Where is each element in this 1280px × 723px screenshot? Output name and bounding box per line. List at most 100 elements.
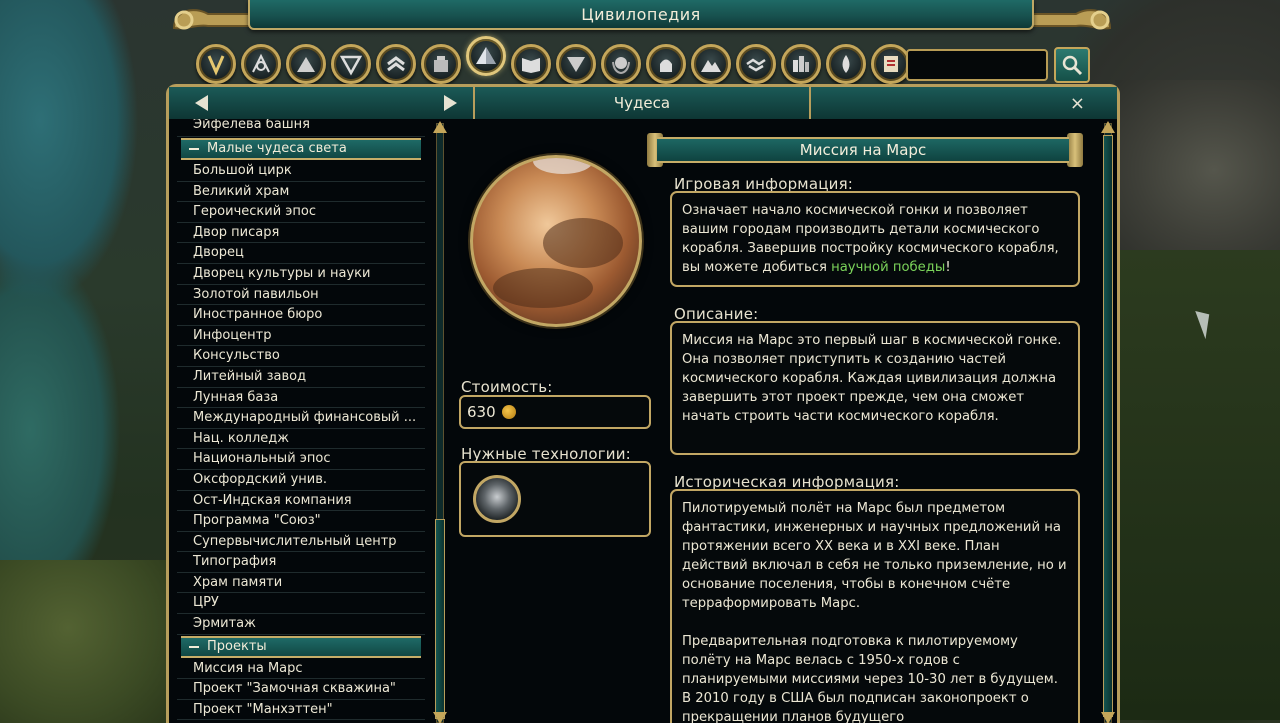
forward-arrow-icon[interactable] [444, 95, 457, 111]
scroll-thumb[interactable] [1103, 135, 1113, 717]
banner-end-right [1067, 133, 1083, 167]
category-button-book[interactable] [511, 44, 551, 84]
list-section-header[interactable]: Проекты [181, 635, 421, 658]
category-toolbar [196, 36, 911, 86]
description-box: Миссия на Марс это первый шаг в космичес… [670, 321, 1080, 455]
map-coast [0, 560, 170, 723]
list-item[interactable]: Дворец культуры и науки [177, 264, 425, 285]
building-icon [434, 56, 448, 72]
triangle-emblem-icon [339, 55, 363, 76]
list-item[interactable]: Международный финансовый ... [177, 408, 425, 429]
list-item[interactable]: Супервычислительный центр [177, 532, 425, 553]
history-paragraph-2: Предварительная подготовка к пилотируемо… [682, 634, 1058, 723]
list-item[interactable]: Лунная база [177, 388, 425, 409]
category-button-civ-v[interactable] [196, 44, 236, 84]
laurel-globe-icon [612, 57, 630, 75]
astronaut-icon[interactable] [473, 475, 521, 523]
section-title: Чудеса [613, 94, 671, 112]
mars-portrait [470, 155, 642, 327]
description-text: Миссия на Марс это первый шаг в космичес… [682, 333, 1062, 424]
triangle-badge-icon [567, 57, 585, 72]
list-item[interactable]: Большой цирк [177, 161, 425, 182]
category-button-handshake[interactable] [736, 44, 776, 84]
handshake-icon [746, 58, 766, 72]
list-item[interactable]: Двор писаря [177, 223, 425, 244]
map-forest [1115, 250, 1280, 720]
category-button-city[interactable] [781, 44, 821, 84]
list-item[interactable]: Иностранное бюро [177, 305, 425, 326]
list-scrollbar[interactable] [431, 119, 449, 723]
category-button-pyramid-small[interactable] [286, 44, 326, 84]
list-item[interactable]: ЦРУ [177, 593, 425, 615]
back-arrow-icon[interactable] [195, 95, 208, 111]
cost-value: 630 [467, 403, 496, 421]
game-info-box: Означает начало космической гонки и позв… [670, 191, 1080, 287]
category-button-mountain[interactable] [691, 44, 731, 84]
pyramid-icon [476, 47, 496, 64]
required-tech-box [459, 461, 651, 537]
list-item[interactable]: Нац. колледж [177, 429, 425, 450]
section-title-bar: Чудеса [475, 87, 811, 119]
list-item[interactable]: Проект "Манхэттен" [177, 700, 425, 721]
list-item[interactable]: Типография [177, 552, 425, 573]
search-input[interactable] [906, 49, 1048, 81]
category-button-capitol[interactable] [646, 44, 686, 84]
list-item[interactable]: Консульство [177, 346, 425, 367]
book-icon [522, 58, 540, 73]
window-title: Цивилопедия [581, 4, 701, 24]
drop-icon [842, 55, 850, 73]
production-icon [501, 405, 516, 419]
category-button-triangle-emblem[interactable] [331, 44, 371, 84]
list-item[interactable]: Великий храм [177, 182, 425, 203]
list-item[interactable]: Проект "Замочная скважина" [177, 679, 425, 700]
list-item[interactable]: Ост-Индская компания [177, 491, 425, 512]
list-item[interactable]: Дворец [177, 243, 425, 264]
list-item[interactable]: Героический эпос [177, 202, 425, 223]
chevron-rank-icon [387, 56, 405, 72]
category-button-building[interactable] [421, 44, 461, 84]
collapse-icon[interactable] [189, 148, 199, 150]
list-item[interactable]: Миссия на Марс [177, 659, 425, 680]
scroll-ornament-left-icon [172, 9, 253, 30]
scroll-thumb[interactable] [435, 519, 445, 719]
list-item[interactable]: Оксфордский унив. [177, 470, 425, 491]
list-item[interactable]: Храм памяти [177, 573, 425, 594]
category-button-drop[interactable] [826, 44, 866, 84]
category-button-laurel-globe[interactable] [601, 44, 641, 84]
category-button-compass[interactable] [241, 44, 281, 84]
city-icon [793, 56, 809, 72]
science-victory-link[interactable]: научной победы [831, 260, 945, 275]
list-item[interactable]: Национальный эпос [177, 449, 425, 470]
list-section-header[interactable]: Малые чудеса света [181, 138, 421, 160]
list-item[interactable]: Эйфелева башня [177, 119, 425, 137]
window-title-bar: Цивилопедия [248, 0, 1034, 30]
scroll-ornament-right-icon [1031, 9, 1112, 30]
wonders-list: Эйфелева башня Малые чудеса света Большой… [177, 119, 425, 723]
article-title: Миссия на Марс [799, 141, 927, 159]
capitol-icon [660, 59, 672, 72]
close-icon[interactable]: × [1070, 93, 1085, 114]
list-section-title: Малые чудеса света [207, 141, 347, 156]
category-button-scroll[interactable] [871, 44, 911, 84]
compass-icon [252, 53, 270, 73]
list-section-title: Проекты [207, 638, 267, 654]
civ-v-icon [207, 55, 225, 76]
category-button-pyramid[interactable] [466, 36, 506, 76]
history-nav [169, 87, 475, 119]
collapse-icon[interactable] [189, 645, 199, 648]
history-box: Пилотируемый полёт на Марс был предметом… [670, 489, 1080, 723]
search-button[interactable] [1054, 47, 1090, 83]
civilopedia-window: Чудеса × Эйфелева башня Малые чудеса све… [166, 84, 1120, 723]
list-item[interactable]: Литейный завод [177, 367, 425, 388]
list-item[interactable]: Программа "Союз" [177, 511, 425, 532]
cost-box: 630 [459, 395, 651, 429]
article-scrollbar[interactable] [1099, 119, 1117, 723]
category-button-triangle-badge[interactable] [556, 44, 596, 84]
window-header: Чудеса × [169, 87, 1117, 119]
list-item[interactable]: Эрмитаж [177, 614, 425, 635]
list-item[interactable]: Золотой павильон [177, 285, 425, 306]
list-item[interactable]: Инфоцентр [177, 326, 425, 347]
category-button-chevron-rank[interactable] [376, 44, 416, 84]
search-icon [1062, 55, 1083, 76]
cost-label: Стоимость: [461, 378, 553, 396]
